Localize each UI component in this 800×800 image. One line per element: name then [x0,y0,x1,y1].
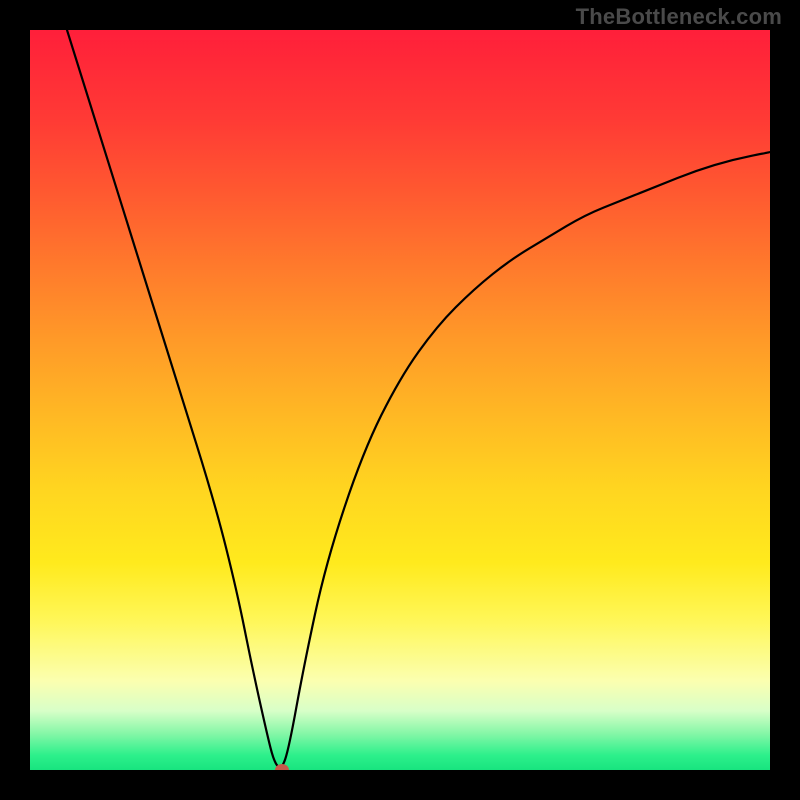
watermark-text: TheBottleneck.com [576,4,782,30]
plot-area [30,30,770,770]
optimum-marker [275,764,289,770]
bottleneck-curve [30,30,770,770]
chart-frame: TheBottleneck.com [0,0,800,800]
